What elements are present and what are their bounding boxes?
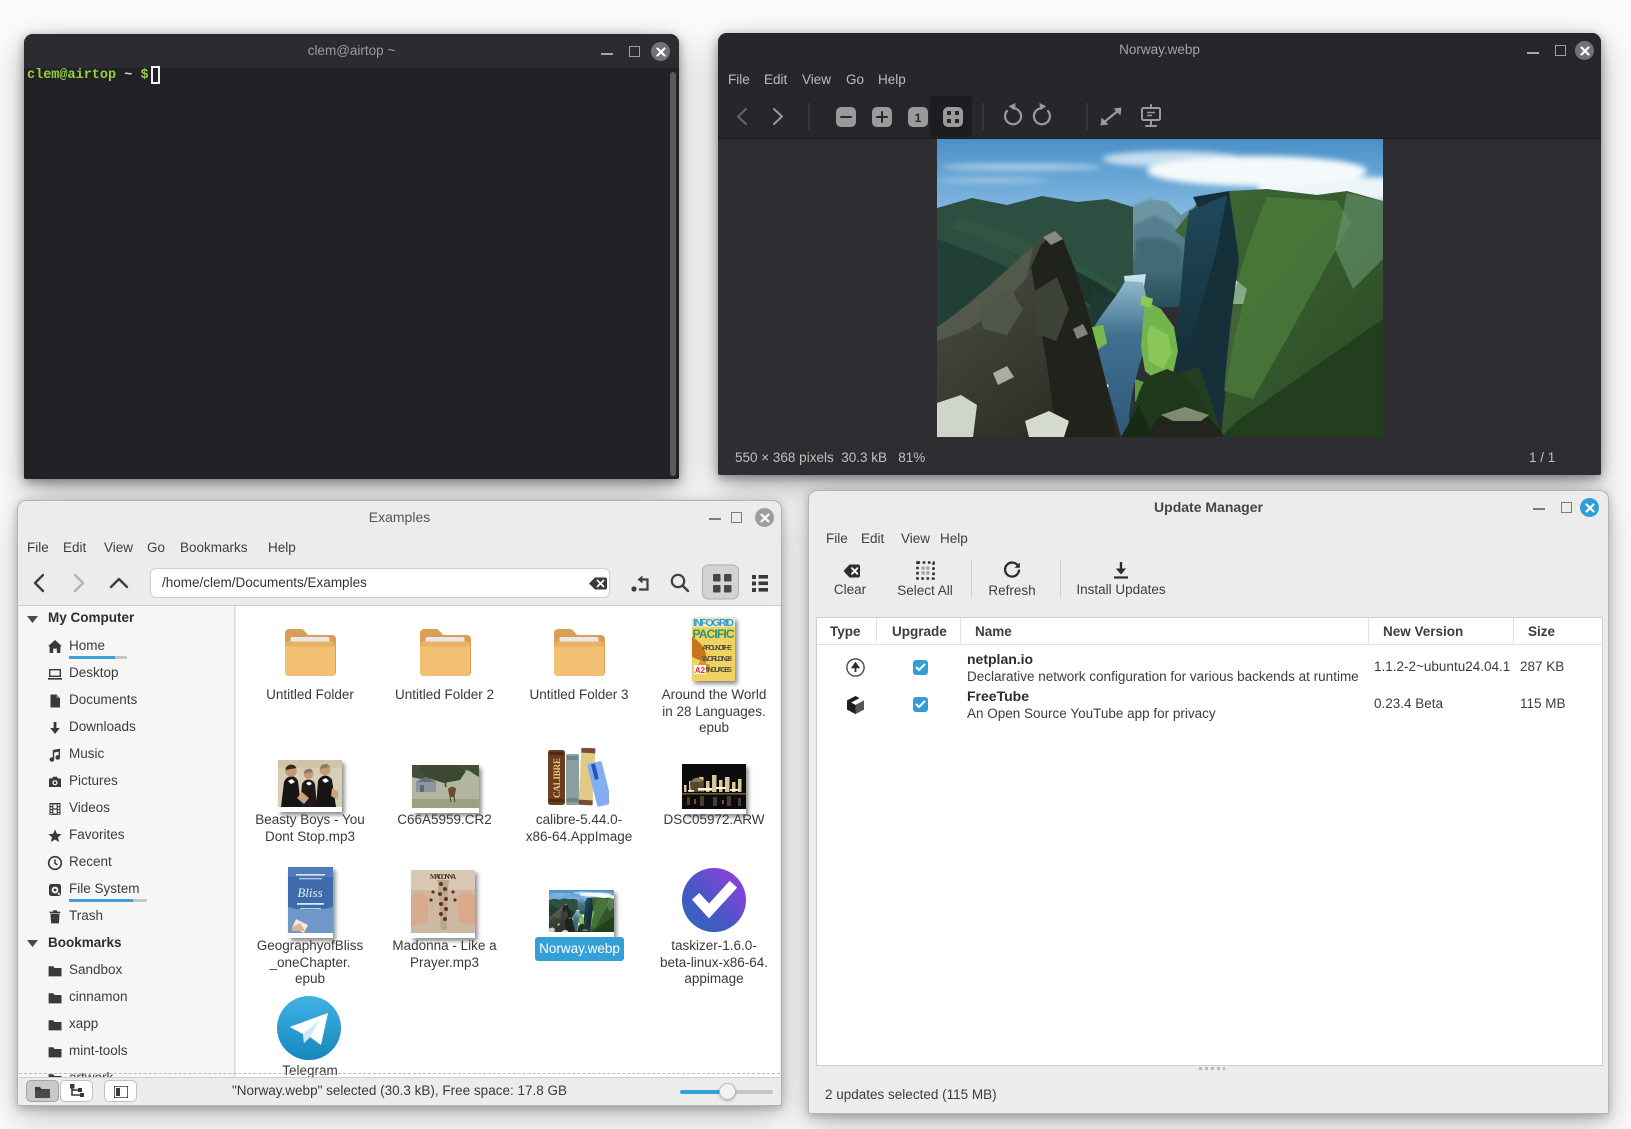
svg-text:1: 1 — [915, 111, 922, 125]
svg-text:WORLD IN 28: WORLD IN 28 — [702, 654, 732, 663]
svg-text:A2: A2 — [695, 666, 706, 675]
svg-text:PACIFIC: PACIFIC — [693, 627, 735, 641]
svg-text:CALIBRE: CALIBRE — [552, 758, 562, 798]
svg-text:AROUND THE: AROUND THE — [702, 643, 732, 652]
svg-text:LANGUAGES: LANGUAGES — [702, 665, 732, 674]
svg-text:MADONNA: MADONNA — [430, 873, 456, 881]
svg-text:Bliss: Bliss — [297, 885, 322, 900]
